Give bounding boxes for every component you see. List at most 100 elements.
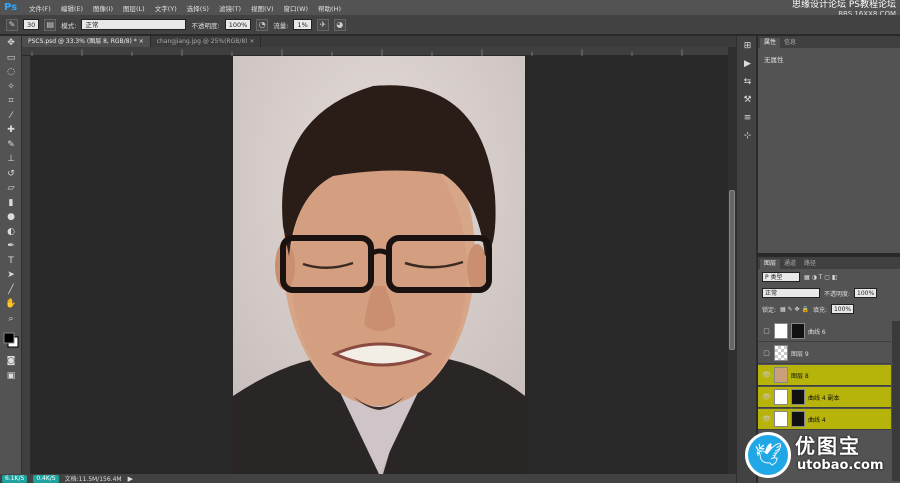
filter-icons[interactable]: ▦ ◑ T ▢ ◧ [804,274,838,281]
lasso-tool-icon[interactable]: ◌ [0,65,22,80]
tab-info[interactable]: 信息 [780,38,800,48]
tab-channels[interactable]: 通道 [780,259,800,269]
download-speed-badge: 0.4K/S [33,474,59,483]
properties-tabs: 属性 信息 [758,36,900,48]
layer-opacity-label: 不透明度: [824,290,851,298]
layer-row-curves4-copy[interactable]: 👁 曲线 4 副本 [758,387,891,408]
history-brush-icon[interactable]: ↺ [0,167,22,182]
flow-field[interactable]: 1% [293,19,312,30]
menu-type[interactable]: 文字(Y) [150,3,182,13]
mask-thumb [791,389,805,405]
eye-icon[interactable]: 👁 [762,415,771,423]
menu-image[interactable]: 图像(I) [88,3,118,13]
portrait-photo[interactable] [233,56,525,474]
tab-close-icon[interactable]: × [249,38,254,45]
pressure-opacity-icon[interactable]: ◔ [256,18,269,31]
upload-speed-badge: 6.1K/S [2,474,28,483]
pen-tool-icon[interactable]: ✒ [0,239,22,254]
layer-row-layer9[interactable]: ▢ 图层 9 [758,343,891,364]
eye-icon[interactable]: 👁 [762,371,771,379]
quick-select-tool-icon[interactable]: ✧ [0,80,22,95]
mask-thumb [791,411,805,427]
menu-layer[interactable]: 图层(L) [118,3,150,13]
tab-changjiang[interactable]: changjiang.jpg @ 25%(RGB/8) × [150,36,262,47]
eraser-tool-icon[interactable]: ▱ [0,181,22,196]
quick-mask-icon[interactable]: ◙ [0,354,22,369]
lock-icons[interactable]: ▦ ✎ ✥ 🔒 [780,306,809,313]
history-panel-icon[interactable]: ⊞ [738,38,757,54]
layer-name: 图层 9 [791,350,809,358]
pressure-size-icon[interactable]: ◕ [333,18,346,31]
actions-panel-icon[interactable]: ▶ [738,56,757,72]
brush-panel-icon[interactable]: ▤ [44,18,57,31]
brand-name: 优图宝 [795,434,861,458]
layers-tabs: 图层 通道 路径 [758,257,900,269]
status-bar: 6.1K/S 0.4K/S 文档:11.5M/156.4M ▶ [0,474,736,483]
document-tabs: PSCS.psd @ 33.3% (图层 8, RGB/8) * × chang… [22,36,736,47]
layer-thumb [774,367,788,383]
layer-thumb [774,345,788,361]
tab-pscs[interactable]: PSCS.psd @ 33.3% (图层 8, RGB/8) * × [22,36,151,47]
clone-source-icon[interactable]: ⊹ [738,128,757,144]
marquee-tool-icon[interactable]: ▭ [0,51,22,66]
settings-panel-icon[interactable]: ≡ [738,110,757,126]
properties-body: 无属性 [764,56,784,64]
shape-tool-icon[interactable]: ╱ [0,283,22,298]
adjust-panel-icon[interactable]: ⇆ [738,74,757,90]
visibility-off-icon[interactable]: ▢ [762,327,771,335]
brush-preset-icon[interactable]: ✎ [6,18,18,31]
scrollbar-thumb[interactable] [729,190,735,350]
dodge-tool-icon[interactable]: ◐ [0,225,22,240]
move-tool-icon[interactable]: ✥ [0,36,22,51]
healing-tool-icon[interactable]: ✚ [0,123,22,138]
canvas-area[interactable] [31,56,728,474]
layer-filter-select[interactable]: P 类型 [762,272,800,282]
screen-mode-icon[interactable]: ▣ [0,369,22,384]
menu-filter[interactable]: 滤镜(T) [214,3,246,13]
status-arrow-icon[interactable]: ▶ [128,475,133,483]
stamp-tool-icon[interactable]: ⊥ [0,152,22,167]
tab-close-icon[interactable]: × [139,38,144,45]
watermark-line1: 思缘设计论坛 PS教程论坛 [791,0,896,10]
blend-row: 正常 不透明度: 100% [758,285,900,301]
menu-file[interactable]: 文件(F) [24,3,56,13]
crop-tool-icon[interactable]: ⌗ [0,94,22,109]
tools-panel: ✥ ▭ ◌ ✧ ⌗ ⁄ ✚ ✎ ⊥ ↺ ▱ ▮ ● ◐ ✒ T ➤ ╱ ✋ ⌕ … [0,36,22,483]
mode-select[interactable]: 正常 [81,19,187,30]
eye-icon[interactable]: 👁 [762,393,771,401]
eyedropper-tool-icon[interactable]: ⁄ [0,109,22,124]
layer-row-curves4[interactable]: 👁 曲线 4 [758,409,891,430]
color-swatches-icon[interactable] [0,326,22,354]
tab-paths[interactable]: 路径 [800,259,820,269]
brush-presets-icon[interactable]: ⚒ [738,92,757,108]
menu-edit[interactable]: 编辑(E) [56,3,88,13]
blur-tool-icon[interactable]: ● [0,210,22,225]
type-tool-icon[interactable]: T [0,254,22,269]
menu-window[interactable]: 窗口(W) [279,3,314,13]
lock-label: 锁定: [762,306,777,314]
layer-row-curves6[interactable]: ▢ 曲线 6 [758,321,891,342]
path-select-tool-icon[interactable]: ➤ [0,268,22,283]
document-size: 文档:11.5M/156.4M [64,476,122,483]
tab-properties[interactable]: 属性 [760,38,781,48]
layer-filter-row: P 类型 ▦ ◑ T ▢ ◧ [758,269,900,285]
brush-size-field[interactable]: 30 [23,19,40,30]
blend-mode-select[interactable]: 正常 [762,288,820,298]
vertical-scrollbar[interactable] [728,47,736,474]
menu-select[interactable]: 选择(S) [182,3,214,13]
layer-row-layer8[interactable]: 👁 图层 8 [758,365,891,386]
layer-opacity-field[interactable]: 100% [854,288,878,298]
fill-field[interactable]: 100% [830,304,855,314]
menu-help[interactable]: 帮助(H) [313,3,346,13]
menu-view[interactable]: 视图(V) [246,3,279,13]
opacity-label: 不透明度: [191,21,220,30]
mode-label: 模式: [61,21,77,30]
gradient-tool-icon[interactable]: ▮ [0,196,22,211]
brush-tool-icon[interactable]: ✎ [0,138,22,153]
airbrush-icon[interactable]: ✈ [316,18,329,31]
tab-layers[interactable]: 图层 [760,259,781,269]
zoom-tool-icon[interactable]: ⌕ [0,312,22,327]
opacity-field[interactable]: 100% [224,19,252,30]
visibility-off-icon[interactable]: ▢ [762,349,771,357]
hand-tool-icon[interactable]: ✋ [0,297,22,312]
